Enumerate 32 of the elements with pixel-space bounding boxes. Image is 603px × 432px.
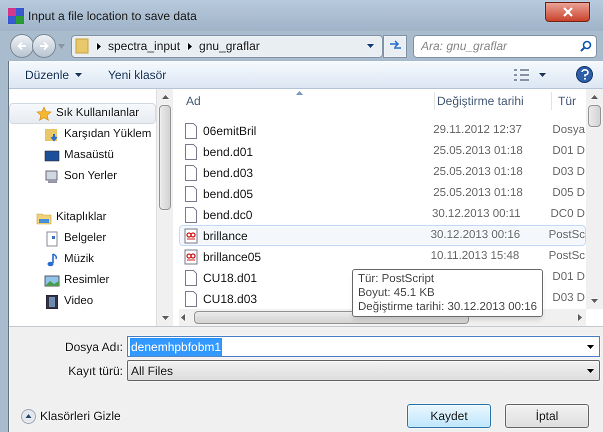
window-title: Input a file location to save data <box>28 8 197 24</box>
file-type: DC0 D <box>550 206 585 222</box>
file-name: CU18.d01 <box>203 270 258 286</box>
modified-date: 25.05.2013 01:18 <box>433 186 524 201</box>
file-name-value: denemhpbfobm1 <box>130 338 222 356</box>
modified-date: 29.11.2012 12:37 <box>433 122 523 138</box>
file-name: brillance05 <box>203 248 262 266</box>
file-name: bend.d05 <box>203 186 254 202</box>
modified-date: 10.11.2013 15:48 <box>430 248 520 264</box>
modified-date: 30.12.2013 00:16 <box>430 228 522 243</box>
modified-date: 25.05.2013 01:18 <box>433 164 524 180</box>
file-type: D01 D <box>552 270 585 285</box>
file-type: Dosya <box>552 122 585 138</box>
file-name: brillance <box>203 228 248 244</box>
file-name: CU18.d03 <box>203 290 258 308</box>
file-type: D03 D <box>552 290 585 306</box>
field-label: Dosya Adı: <box>64 338 124 356</box>
file-type: PostSc <box>548 248 585 264</box>
file-type: D03 D <box>552 164 585 180</box>
tooltip-line: Boyut: 45.1 KB <box>358 286 436 300</box>
file-type: D05 D <box>552 186 585 201</box>
file-name: bend.dc0 <box>203 206 252 224</box>
file-name: bend.d01 <box>203 144 254 160</box>
file-type: PostSc <box>548 228 585 243</box>
tooltip-line: Değiştirme tarihi: 30.12.2013 00:16 <box>358 300 537 314</box>
file-name: 06emitBril <box>203 122 256 140</box>
tooltip-line: Tür: PostScript <box>358 272 436 286</box>
modified-date: 30.12.2013 00:11 <box>432 206 522 222</box>
file-name: bend.d03 <box>203 164 254 182</box>
modified-date: 25.05.2013 01:18 <box>433 144 524 159</box>
field-label: Kayıt türü: <box>67 362 124 380</box>
file-type: D01 D <box>552 144 585 159</box>
